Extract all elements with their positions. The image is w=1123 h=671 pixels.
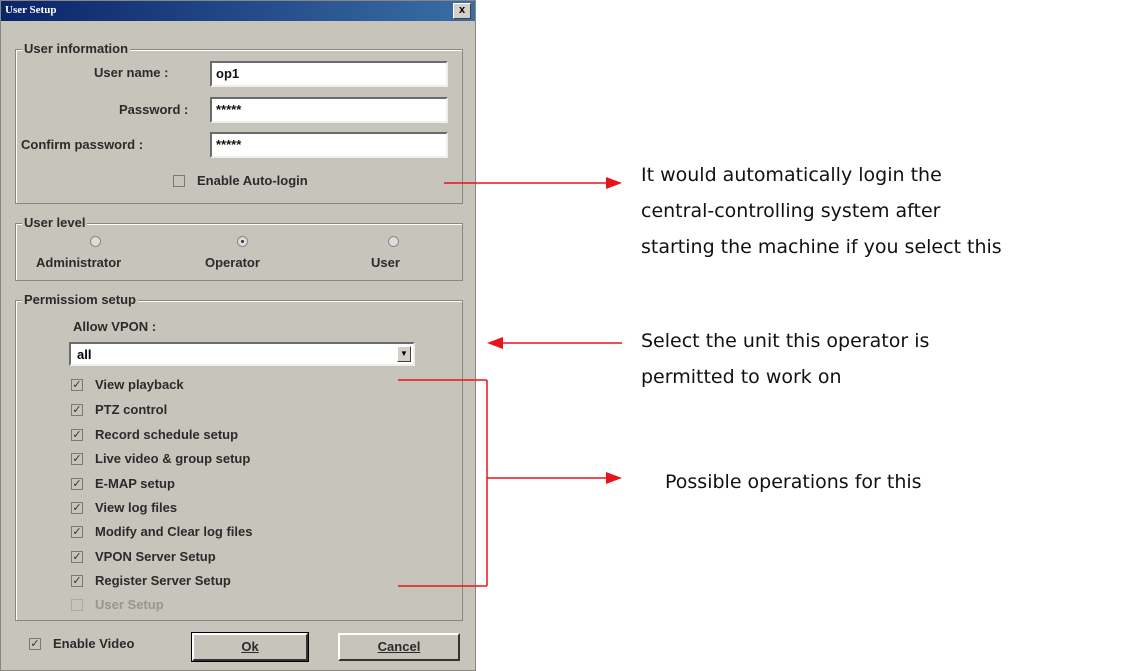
ops-arrow-head	[606, 472, 622, 484]
annotation-arrows	[398, 177, 622, 587]
autologin-arrow-head	[606, 177, 622, 189]
unit-arrow-head	[487, 337, 503, 349]
